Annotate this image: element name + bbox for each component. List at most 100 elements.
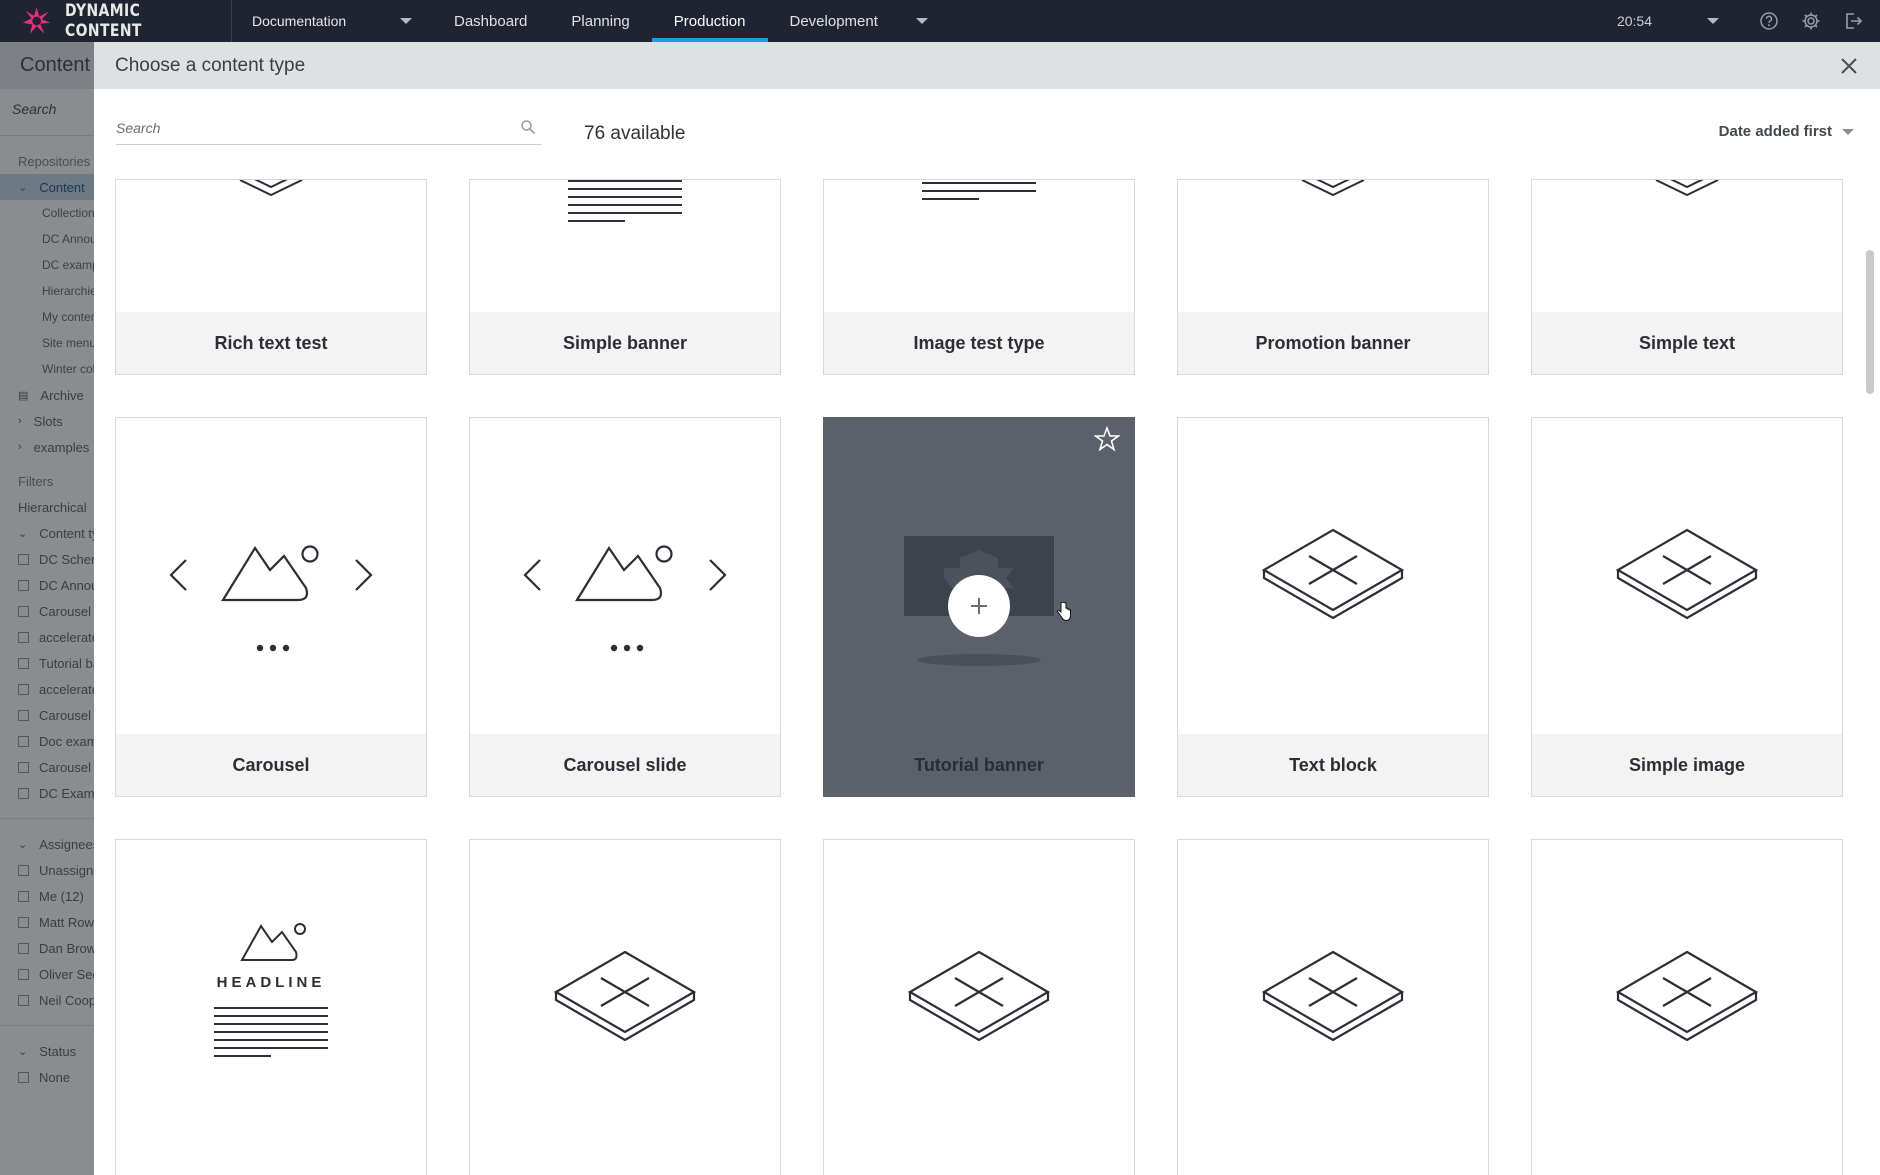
card-thumbnail [824,180,1134,314]
archive-label: Archive [40,387,84,403]
checkbox [18,994,29,1006]
filter-option-label: Doc examples [39,733,94,749]
card-label: Image test type [824,312,1134,374]
content-type-heading: Content type [39,525,94,541]
logout-icon[interactable] [1842,10,1864,32]
modal-header: Choose a content type [94,42,1880,89]
content-type-card[interactable]: Simple banner [469,179,781,375]
content-type-card[interactable] [823,839,1135,1175]
content-type-card[interactable]: Image test type [823,179,1135,375]
nav-production[interactable]: Production [651,0,768,42]
gear-icon[interactable] [1800,10,1822,32]
help-icon[interactable] [1758,10,1780,32]
nav-dashboard[interactable]: Dashboard [432,0,549,42]
chevron-graphic-icon [1655,180,1719,197]
filter-option: Carousel [0,598,94,624]
close-icon[interactable] [1838,55,1860,77]
chevron-down-icon: ⌄ [18,1045,28,1058]
filter-option-label: Carousel [39,759,92,775]
checkbox [18,1071,29,1083]
checkbox [18,787,29,799]
checkbox [18,683,29,695]
placeholder-box-icon [1261,528,1405,620]
search-field [116,115,542,145]
filter-option-label: Unassigned [39,862,94,878]
hand-cursor-icon [1056,602,1071,622]
time-dropdown[interactable] [1702,10,1724,32]
filter-option: DC Announcements [0,572,94,598]
card-label: Promotion banner [1178,312,1488,374]
checkbox [18,735,29,747]
card-label: Carousel slide [470,734,780,796]
add-button[interactable] [947,574,1011,638]
headline-image-icon [214,923,328,1057]
nav-planning[interactable]: Planning [549,0,651,42]
filter-option-label: DC Announcements [39,577,94,593]
content-type-card-hovered[interactable]: Tutorial banner [823,417,1135,797]
nav-more-dropdown[interactable] [900,0,932,42]
filter-option: Neil Coop [0,987,94,1013]
hub-name: Documentation [252,13,347,29]
filter-option-label: Matt Row [39,914,94,930]
search-icon[interactable] [520,119,536,135]
filter-option: accelerated [0,624,94,650]
chevron-down-icon [1842,128,1854,135]
hub-selector[interactable]: Documentation [232,0,432,42]
clock: 20:54 [1616,13,1652,29]
nav-development[interactable]: Development [768,0,900,42]
star-icon[interactable] [1094,426,1120,452]
content-type-card[interactable]: Promotion banner [1177,179,1489,375]
filters-heading: Filters [18,473,54,489]
gear-glyph [1802,12,1820,30]
content-type-card[interactable] [1177,839,1489,1175]
content-type-card[interactable]: HEADLINE [115,839,427,1175]
content-type-card[interactable]: Text block [1177,417,1489,797]
card-thumbnail [116,840,426,1158]
content-type-card[interactable] [469,839,781,1175]
content-type-card[interactable]: Simple image [1531,417,1843,797]
archive-item: ▤ Archive [0,382,94,408]
filter-option-label: Carousel [39,707,92,723]
modal-toolbar: 76 available Date added first [94,89,1880,179]
content-type-card[interactable]: Simple text [1531,179,1843,375]
modal-title: Choose a content type [115,54,306,76]
chevron-down-icon [400,18,412,24]
filter-option-label: None [39,1069,71,1085]
brand[interactable]: DYNAMIC CONTENT [0,0,232,42]
filter-option-label: Carousel [39,603,92,619]
content-type-card[interactable]: Rich text test [115,179,427,375]
card-label: Text block [1178,734,1488,796]
status-heading: Status [39,1043,77,1059]
chevron-down-icon [1707,18,1719,24]
card-thumbnail [1178,418,1488,736]
divider [0,135,94,136]
placeholder-box-icon [1261,950,1405,1042]
nav-production-label: Production [673,12,746,30]
text-lines-icon [922,182,1036,200]
card-label: Tutorial banner [824,734,1134,796]
card-thumbnail [1532,180,1842,314]
scrollbar-thumb[interactable] [1866,250,1874,394]
checkbox [18,709,29,721]
repo-content-label: Content [39,179,85,195]
main-nav: Dashboard Planning Production Developmen… [432,0,932,42]
card-thumbnail [470,418,780,736]
checkbox [18,761,29,773]
help-glyph [1760,12,1778,30]
sort-dropdown[interactable]: Date added first [1719,123,1854,140]
assignees-filter: ⌄ Assignees [0,831,94,857]
top-right-tools: 20:54 [1617,0,1880,42]
filter-option: Doc examples [0,728,94,754]
filter-option-label: Oliver Sec [39,966,94,982]
search-input[interactable] [116,115,506,141]
filter-option-label: Tutorial banner [39,655,94,671]
content-type-card[interactable]: Carousel slide [469,417,781,797]
repo-item: Winter collection [42,362,94,376]
carousel-slide-icon [523,545,727,652]
content-type-card[interactable] [1531,839,1843,1175]
card-thumbnail [824,840,1134,1158]
carousel-icon [169,545,373,652]
content-type-card[interactable]: Carousel [115,417,427,797]
card-label: Simple banner [470,312,780,374]
background-content-page: Content Search Repositories ⌄ Content Col… [0,42,94,1175]
